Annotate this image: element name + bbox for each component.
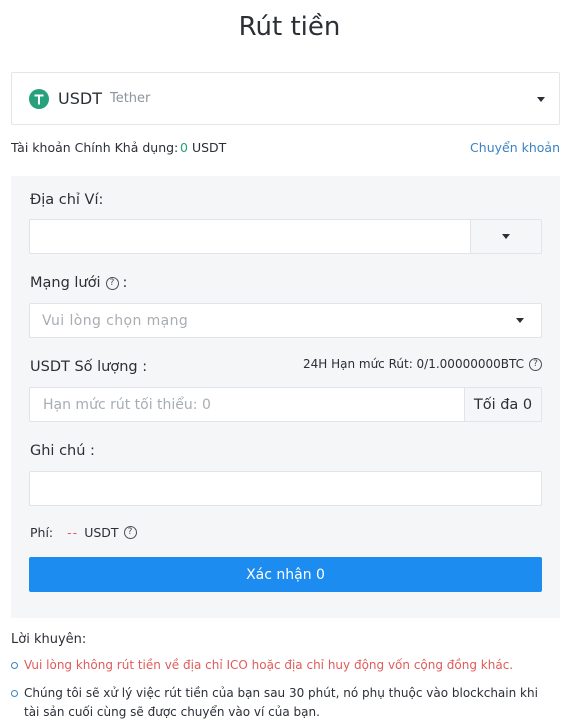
quantity-label: USDT Số lượng : (30, 359, 147, 375)
coin-symbol: USDT (58, 89, 102, 108)
balance-amount: 0 (180, 140, 188, 155)
withdraw-form: Địa chỉ Ví: Mạng lưới ? : Vui lòng chọn … (11, 176, 560, 618)
fee-value: -- (67, 525, 79, 540)
chevron-down-icon (516, 318, 524, 323)
tip-item: Chúng tôi sẽ xử lý việc rút tiền của bạn… (11, 684, 556, 720)
address-label-text: Địa chỉ Ví: (30, 192, 104, 208)
balance-unit: USDT (191, 140, 227, 155)
balance-row: Tài khoản Chính Khả dụng: 0 USDT Chuyển … (11, 140, 560, 156)
tip-item: Vui lòng không rút tiền về địa chỉ ICO h… (11, 656, 556, 675)
page-title: Rút tiền (238, 12, 341, 42)
memo-label: Ghi chú : (30, 443, 95, 459)
daily-limit: 24H Hạn mức Rút: 0/1.00000000BTC ? (303, 357, 542, 371)
tips-title: Lời khuyên: (11, 632, 87, 647)
memo-input[interactable] (29, 471, 542, 506)
quantity-input[interactable]: Hạn mức rút tối thiểu: 0 Tối đa 0 (29, 387, 542, 422)
bullet-icon (11, 662, 18, 669)
chevron-down-icon (537, 97, 545, 102)
network-placeholder: Vui lòng chọn mạng (42, 313, 189, 329)
address-dropdown-button[interactable] (471, 220, 541, 253)
coin-select[interactable]: USDT Tether (11, 72, 560, 125)
memo-label-text: Ghi chú : (30, 443, 95, 459)
tether-icon (29, 88, 49, 109)
fee-row: Phí: -- USDT ? (30, 525, 141, 540)
address-label: Địa chỉ Ví: (30, 192, 103, 208)
tip-text: Vui lòng không rút tiền về địa chỉ ICO h… (24, 658, 514, 672)
network-select[interactable]: Vui lòng chọn mạng (29, 303, 542, 338)
fee-label: Phí: (30, 525, 54, 540)
fee-unit: USDT (84, 525, 119, 540)
quantity-placeholder: Hạn mức rút tối thiểu: 0 (43, 397, 211, 413)
help-icon[interactable]: ? (105, 276, 119, 290)
help-icon[interactable]: ? (529, 357, 542, 371)
confirm-button[interactable]: Xác nhận 0 (29, 557, 542, 592)
network-label-suffix: : (122, 275, 128, 291)
network-label: Mạng lưới ? : (30, 275, 127, 291)
bullet-icon (11, 690, 18, 697)
quantity-label-text: USDT Số lượng : (30, 359, 148, 375)
address-input[interactable] (29, 219, 542, 254)
chevron-down-icon (502, 234, 510, 239)
transfer-link[interactable]: Chuyển khoản (470, 140, 560, 155)
coin-name: Tether (109, 91, 151, 106)
tip-text: Chúng tôi sẽ xử lý việc rút tiền của bạn… (24, 686, 538, 719)
network-label-text: Mạng lưới (30, 275, 101, 291)
daily-limit-text: 24H Hạn mức Rút: 0/1.00000000BTC (302, 357, 524, 371)
max-button[interactable]: Tối đa 0 (464, 388, 541, 421)
balance-label: Tài khoản Chính Khả dụng: (11, 140, 179, 155)
help-icon[interactable]: ? (123, 526, 137, 539)
balance-value: 0 USDT (180, 140, 226, 155)
